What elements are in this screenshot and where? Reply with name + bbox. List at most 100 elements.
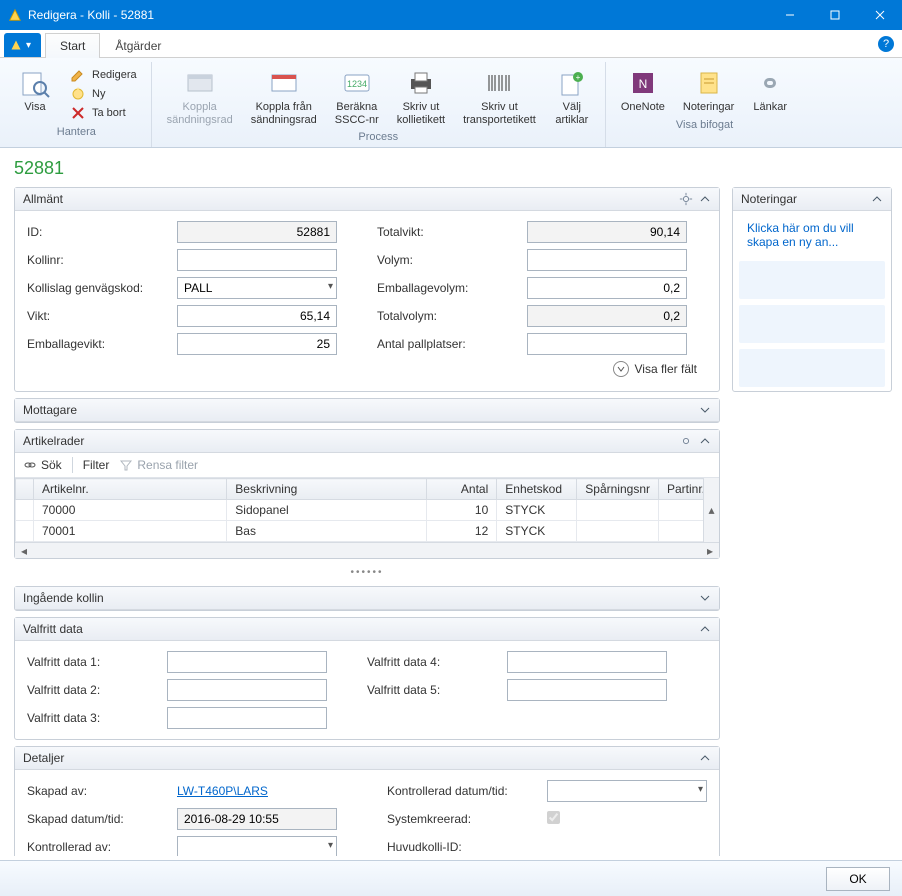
svg-text:1234: 1234 — [347, 79, 367, 89]
kollislag-field[interactable] — [177, 277, 337, 299]
chevron-down-icon[interactable] — [699, 592, 711, 604]
ribbon-group-bifogat: N OneNote Noteringar Länkar Visa bifogat — [610, 62, 803, 147]
onenote-button[interactable]: N OneNote — [614, 64, 672, 117]
kontrollerad-av-label: Kontrollerad av: — [27, 840, 177, 854]
vertical-scrollbar[interactable]: ▴ — [703, 478, 719, 542]
redigera-button[interactable]: Redigera — [66, 66, 141, 84]
chevron-up-icon[interactable] — [699, 435, 711, 447]
panel-header-mottagare[interactable]: Mottagare — [15, 399, 719, 422]
col-beskrivning[interactable]: Beskrivning — [227, 479, 427, 500]
horizontal-scrollbar[interactable]: ◂▸ — [15, 542, 719, 558]
valfritt3-field[interactable] — [167, 707, 327, 729]
chevron-up-icon[interactable] — [699, 623, 711, 635]
maximize-button[interactable] — [812, 0, 857, 30]
gear-icon[interactable] — [679, 434, 693, 448]
create-note-link[interactable]: Klicka här om du vill skapa en ny an... — [739, 215, 885, 255]
valj-artiklar-button[interactable]: + Välj artiklar — [547, 64, 597, 129]
app-menu-button[interactable]: ▾ — [4, 33, 41, 57]
kontrollerad-datum-field[interactable] — [547, 780, 707, 802]
valfritt1-field[interactable] — [167, 651, 327, 673]
minimize-button[interactable] — [767, 0, 812, 30]
table-header: Artikelnr. Beskrivning Antal Enhetskod S… — [16, 479, 719, 500]
ta-bort-button[interactable]: Ta bort — [66, 104, 141, 122]
chevron-down-icon[interactable] — [699, 404, 711, 416]
panel-mottagare: Mottagare — [14, 398, 720, 423]
lankar-button[interactable]: Länkar — [745, 64, 795, 117]
panel-allmant: Allmänt ID: Totalvikt: Kollinr: — [14, 187, 720, 392]
emballagevikt-field[interactable] — [177, 333, 337, 355]
window-title: Redigera - Kolli - 52881 — [28, 8, 154, 22]
chevron-up-icon[interactable] — [699, 752, 711, 764]
valfritt3-label: Valfritt data 3: — [27, 711, 167, 725]
skapad-datum-label: Skapad datum/tid: — [27, 812, 177, 826]
col-antal[interactable]: Antal — [427, 479, 497, 500]
artikelrader-toolbar: Sök Filter Rensa filter — [15, 453, 719, 478]
kontrollerad-av-field[interactable] — [177, 836, 337, 856]
skriv-kolli-button[interactable]: Skriv ut kollietikett — [390, 64, 452, 129]
ribbon-group-hantera: Visa Redigera Ny Ta bort Hantera — [6, 62, 152, 147]
systemkreerad-label: Systemkreerad: — [387, 812, 547, 826]
panel-header-ingaende[interactable]: Ingående kollin — [15, 587, 719, 610]
skapad-av-link[interactable]: LW-T460P\LARS — [177, 784, 268, 798]
valfritt2-field[interactable] — [167, 679, 327, 701]
help-button[interactable]: ? — [878, 36, 894, 52]
id-field[interactable] — [177, 221, 337, 243]
col-sparning[interactable]: Spårningsnr — [577, 479, 659, 500]
kollislag-label: Kollislag genvägskod: — [27, 281, 177, 295]
skriv-transport-button[interactable]: Skriv ut transportetikett — [456, 64, 543, 129]
table-row[interactable]: 70001 Bas 12 STYCK — [16, 521, 719, 542]
chevron-up-icon[interactable] — [699, 193, 711, 205]
panel-header-allmant[interactable]: Allmänt — [15, 188, 719, 211]
totalvikt-field[interactable] — [527, 221, 687, 243]
id-label: ID: — [27, 225, 177, 239]
valfritt5-label: Valfritt data 5: — [367, 683, 507, 697]
close-button[interactable] — [857, 0, 902, 30]
col-enhetskod[interactable]: Enhetskod — [497, 479, 577, 500]
ok-button[interactable]: OK — [826, 867, 890, 891]
volym-field[interactable] — [527, 249, 687, 271]
show-more-fields[interactable]: Visa fler fält — [613, 361, 697, 377]
note-placeholder[interactable] — [739, 261, 885, 299]
systemkreerad-checkbox — [547, 811, 560, 824]
panel-header-artikelrader[interactable]: Artikelrader — [15, 430, 719, 453]
emballagevolym-field[interactable] — [527, 277, 687, 299]
sok-button[interactable]: Sök — [23, 458, 62, 472]
berakna-button[interactable]: 1234 Beräkna SSCC-nr — [328, 64, 386, 129]
chevron-down-icon[interactable]: ▾ — [698, 784, 703, 795]
note-placeholder[interactable] — [739, 305, 885, 343]
valfritt5-field[interactable] — [507, 679, 667, 701]
koppla-button[interactable]: Koppla sändningsrad — [160, 64, 240, 129]
panel-ingaende: Ingående kollin — [14, 586, 720, 611]
rensa-filter-button[interactable]: Rensa filter — [119, 458, 198, 472]
panel-header-noteringar[interactable]: Noteringar — [733, 188, 891, 211]
koppla-fran-button[interactable]: Koppla från sändningsrad — [244, 64, 324, 129]
totalvolym-field[interactable] — [527, 305, 687, 327]
tab-start[interactable]: Start — [45, 33, 100, 58]
pallplatser-field[interactable] — [527, 333, 687, 355]
panel-header-valfritt[interactable]: Valfritt data — [15, 618, 719, 641]
panel-header-detaljer[interactable]: Detaljer — [15, 747, 719, 770]
ny-button[interactable]: Ny — [66, 85, 141, 103]
visa-button[interactable]: Visa — [10, 64, 60, 117]
table-row[interactable]: 70000 Sidopanel 10 STYCK — [16, 500, 719, 521]
app-icon — [8, 8, 22, 22]
col-artikelnr[interactable]: Artikelnr. — [34, 479, 227, 500]
skapad-av-label: Skapad av: — [27, 784, 177, 798]
title-bar: Redigera - Kolli - 52881 — [0, 0, 902, 30]
filter-button[interactable]: Filter — [83, 458, 110, 472]
chevron-down-icon[interactable]: ▾ — [328, 840, 333, 851]
chevron-up-icon[interactable] — [871, 193, 883, 205]
noteringar-button[interactable]: Noteringar — [676, 64, 741, 117]
gear-icon[interactable] — [679, 192, 693, 206]
kontrollerad-datum-label: Kontrollerad datum/tid: — [387, 784, 547, 798]
skapad-datum-field[interactable] — [177, 808, 337, 830]
vikt-field[interactable] — [177, 305, 337, 327]
kollinr-field[interactable] — [177, 249, 337, 271]
valfritt4-field[interactable] — [507, 651, 667, 673]
tab-atgarder[interactable]: Åtgärder — [100, 33, 176, 58]
note-placeholder[interactable] — [739, 349, 885, 387]
svg-text:N: N — [639, 77, 648, 91]
valfritt1-label: Valfritt data 1: — [27, 655, 167, 669]
splitter-grip[interactable]: •••••• — [14, 565, 720, 580]
chevron-down-icon[interactable]: ▾ — [328, 281, 333, 292]
